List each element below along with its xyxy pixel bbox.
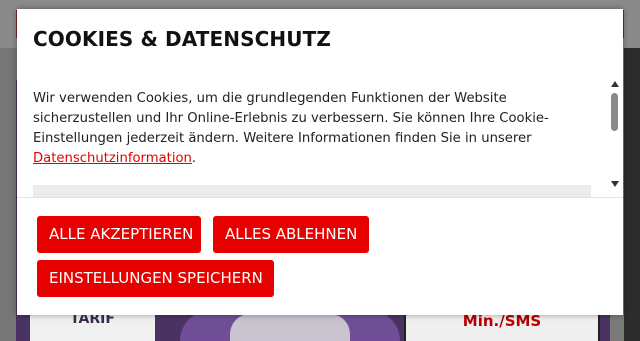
scroll-up-arrow-icon[interactable] [611,81,619,87]
dialog-title: COOKIES & DATENSCHUTZ [33,27,331,51]
scroll-down-arrow-icon[interactable] [611,181,619,187]
dialog-scrollbar[interactable] [609,79,621,197]
scrollbar-thumb[interactable] [611,93,618,131]
dialog-description-text: Wir verwenden Cookies, um die grundlegen… [33,91,549,146]
background-right-strip [624,48,640,341]
background-person-shirt [230,314,350,341]
save-settings-button[interactable]: EINSTELLUNGEN SPEICHERN [37,260,274,297]
background-left-strip [0,48,16,341]
cookie-settings-section [33,185,591,197]
reject-all-button[interactable]: ALLES ABLEHNEN [213,216,369,253]
accept-all-button[interactable]: ALLE AKZEPTIEREN [37,216,201,253]
dialog-scroll-area[interactable]: Wir verwenden Cookies, um die grundlegen… [17,79,623,197]
dialog-divider [17,197,623,198]
privacy-policy-link[interactable]: Datenschutzinformation [33,151,192,166]
cookie-consent-dialog: COOKIES & DATENSCHUTZ Wir verwenden Cook… [17,9,623,315]
dialog-description-end: . [191,151,197,166]
dialog-description: Wir verwenden Cookies, um die grundlegen… [33,89,593,169]
